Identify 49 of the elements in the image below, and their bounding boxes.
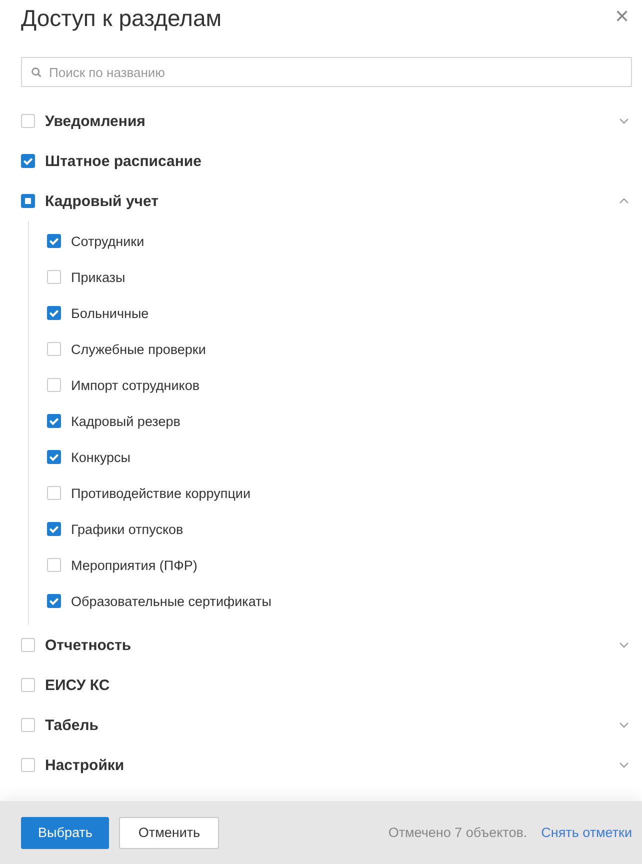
checkbox[interactable] (21, 638, 35, 652)
subsection-label: Мероприятия (ПФР) (71, 558, 198, 572)
checkbox[interactable] (47, 270, 61, 284)
subsection-label: Сотрудники (71, 234, 144, 248)
checkbox[interactable] (21, 718, 35, 732)
chevron-up-icon[interactable] (619, 198, 629, 204)
subsection-label: Служебные проверки (71, 342, 206, 356)
checkbox[interactable] (47, 414, 61, 428)
checkbox[interactable] (47, 450, 61, 464)
select-button[interactable]: Выбрать (21, 816, 110, 848)
subsection-label: Импорт сотрудников (71, 378, 200, 392)
search-icon (31, 67, 42, 78)
checkbox[interactable] (47, 594, 61, 608)
section-label: Отчетность (45, 636, 132, 654)
subsection-label: Конкурсы (71, 450, 130, 464)
section-label: ЕИСУ КС (45, 676, 111, 694)
subsection-label: Приказы (71, 270, 126, 284)
search-field[interactable]: Поиск по названию (21, 57, 632, 87)
subsection-label: Образовательные сертификаты (71, 594, 272, 608)
checkbox[interactable] (21, 114, 35, 128)
chevron-down-icon[interactable] (619, 722, 629, 728)
checkbox[interactable] (47, 342, 61, 356)
cancel-button[interactable]: Отменить (119, 816, 220, 848)
subsection-label: Кадровый резерв (71, 414, 180, 428)
checkbox[interactable] (47, 306, 61, 320)
clear-selection-link[interactable]: Снять отметки (541, 825, 632, 840)
section-label: Уведомления (45, 112, 146, 130)
chevron-down-icon[interactable] (619, 118, 629, 124)
chevron-down-icon[interactable] (619, 762, 629, 768)
checkbox[interactable] (47, 234, 61, 248)
section-label: Кадровый учет (45, 192, 160, 210)
checkbox[interactable] (21, 678, 35, 692)
section-label: Табель (45, 716, 100, 734)
dialog-title: Доступ к разделам (21, 4, 222, 32)
section-label: Настройки (45, 756, 126, 774)
subsection-label: Графики отпусков (71, 522, 184, 536)
checkbox[interactable] (47, 558, 61, 572)
checkbox[interactable] (21, 194, 35, 208)
checkbox[interactable] (47, 486, 61, 500)
checkbox[interactable] (47, 522, 61, 536)
close-icon[interactable]: × (612, 6, 632, 28)
checkbox[interactable] (21, 758, 35, 772)
subsection-label: Больничные (71, 306, 149, 320)
section-label: Штатное расписание (45, 152, 202, 170)
chevron-down-icon[interactable] (619, 642, 629, 648)
selection-summary: Отмечено 7 объектов. (388, 825, 528, 840)
checkbox[interactable] (47, 378, 61, 392)
checkbox[interactable] (21, 154, 35, 168)
subsection-label: Противодействие коррупции (71, 486, 251, 500)
